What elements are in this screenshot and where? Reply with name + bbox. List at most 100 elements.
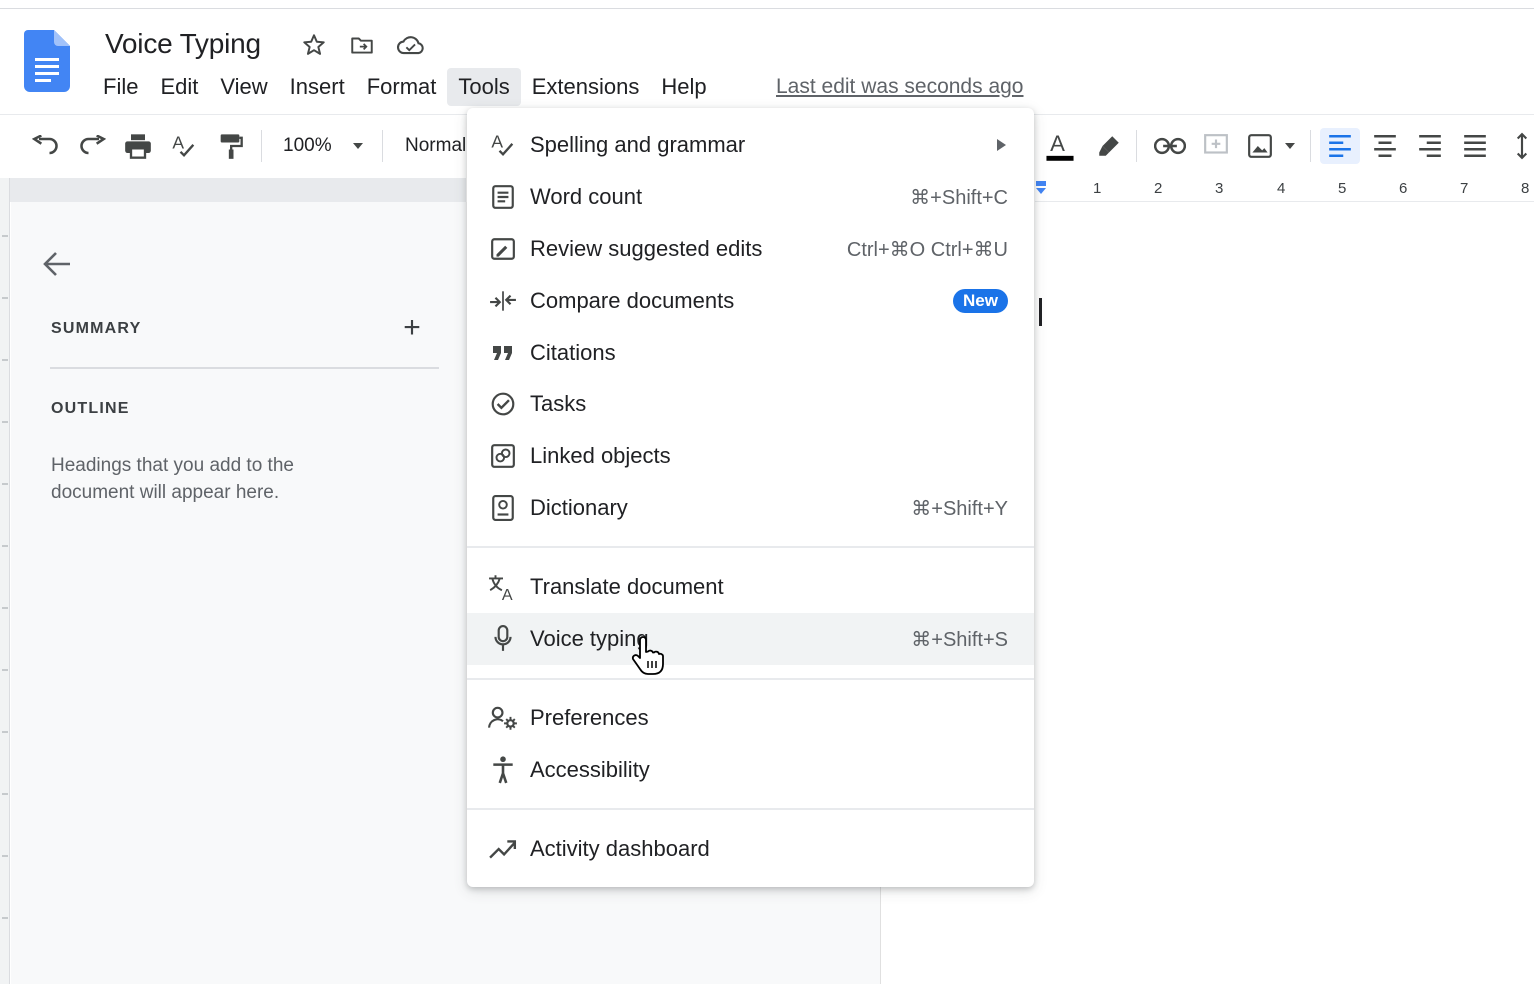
dictionary-icon (487, 492, 519, 524)
add-summary-plus-icon[interactable]: + (398, 313, 426, 344)
cloud-saved-icon[interactable] (396, 30, 426, 60)
last-edit-link[interactable]: Last edit was seconds ago (776, 75, 1024, 99)
menu-item-activity-dashboard[interactable]: Activity dashboard (467, 823, 1034, 875)
menu-item-label: Spelling and grammar (530, 132, 746, 157)
menu-item-shortcut: Ctrl+⌘O Ctrl+⌘U (846, 238, 1008, 261)
menu-item-shortcut: ⌘+Shift+Y (911, 497, 1008, 520)
ruler-number: 4 (1277, 180, 1286, 197)
toolbar-divider (382, 130, 383, 162)
highlight-color-icon[interactable] (1091, 128, 1127, 164)
menu-item-spelling-grammar[interactable]: A Spelling and grammar (467, 119, 1034, 171)
review-edits-icon (487, 233, 519, 265)
menu-view[interactable]: View (209, 68, 278, 106)
toolbar-divider (1310, 130, 1311, 162)
window-top-border (0, 8, 1534, 9)
paragraph-style-select[interactable]: Normal (405, 135, 466, 157)
close-outline-back-icon[interactable] (40, 248, 74, 280)
preferences-icon (487, 702, 519, 734)
align-right-icon[interactable] (1412, 128, 1448, 164)
menu-help[interactable]: Help (650, 68, 717, 106)
menu-item-label: Activity dashboard (530, 836, 710, 861)
menu-insert[interactable]: Insert (279, 68, 356, 106)
add-comment-icon[interactable] (1198, 128, 1234, 164)
ruler-number: 6 (1399, 180, 1408, 197)
align-left-icon[interactable] (1320, 128, 1360, 164)
redo-icon[interactable] (74, 128, 110, 164)
justify-icon[interactable] (1457, 128, 1493, 164)
svg-text:A: A (502, 586, 513, 601)
compare-icon (487, 285, 519, 317)
image-dropdown-icon[interactable] (1272, 128, 1308, 164)
menu-item-label: Translate document (530, 574, 724, 599)
menu-item-linked-objects[interactable]: Linked objects (467, 430, 1034, 482)
undo-icon[interactable] (28, 128, 64, 164)
menu-edit[interactable]: Edit (149, 68, 209, 106)
outline-heading: OUTLINE (51, 400, 130, 417)
menu-item-label: Compare documents (530, 288, 735, 313)
linked-objects-icon (487, 440, 519, 472)
menu-item-shortcut: ⌘+Shift+S (911, 628, 1008, 651)
summary-divider (50, 367, 439, 369)
menu-separator (467, 678, 1034, 680)
toolbar-divider (1136, 130, 1137, 162)
ruler-number: 1 (1093, 180, 1102, 197)
indent-marker-icon[interactable] (1035, 180, 1047, 198)
vertical-ruler-ticks (2, 235, 8, 919)
outline-empty-hint: Headings that you add to the document wi… (51, 455, 294, 503)
menu-separator (467, 546, 1034, 548)
menu-format[interactable]: Format (356, 68, 448, 106)
spellcheck-icon[interactable]: A (166, 128, 202, 164)
quote-icon (487, 337, 519, 369)
paint-format-icon[interactable] (212, 128, 248, 164)
menu-item-translate[interactable]: A Translate document (467, 561, 1034, 613)
menu-item-label: Preferences (530, 705, 649, 730)
menu-item-label: Word count (530, 184, 643, 209)
svg-text:A: A (172, 132, 184, 152)
hand-pointer-cursor-icon (631, 636, 664, 675)
document-title[interactable]: Voice Typing (105, 28, 261, 60)
menu-item-review-edits[interactable]: Review suggested edits Ctrl+⌘O Ctrl+⌘U (467, 223, 1034, 275)
menu-item-dictionary[interactable]: Dictionary ⌘+Shift+Y (467, 482, 1034, 534)
submenu-arrow-icon (997, 139, 1006, 151)
move-folder-icon[interactable] (347, 30, 377, 60)
menu-item-word-count[interactable]: Word count ⌘+Shift+C (467, 171, 1034, 223)
ruler-number: 8 (1521, 180, 1530, 197)
new-badge: New (953, 289, 1008, 313)
text-color-icon[interactable]: A (1042, 128, 1078, 164)
spellcheck-icon: A (487, 129, 519, 161)
menu-item-label: Review suggested edits (530, 236, 763, 261)
menu-item-voice-typing[interactable]: Voice typing ⌘+Shift+S (467, 613, 1034, 665)
menu-item-label: Accessibility (530, 757, 650, 782)
insert-link-icon[interactable] (1152, 128, 1188, 164)
tools-dropdown-menu: A Spelling and grammar Word count ⌘+Shif… (467, 108, 1034, 887)
menu-item-label: Tasks (530, 391, 587, 416)
menu-tools[interactable]: Tools (447, 68, 521, 106)
align-center-icon[interactable] (1367, 128, 1403, 164)
docs-logo-icon[interactable] (24, 30, 70, 92)
line-spacing-icon[interactable] (1510, 128, 1534, 164)
activity-icon (487, 833, 519, 865)
ruler-number: 5 (1338, 180, 1347, 197)
menu-item-label: Citations (530, 340, 616, 365)
accessibility-icon (487, 754, 519, 786)
canvas-gutter (10, 178, 466, 202)
menu-extensions[interactable]: Extensions (521, 68, 651, 106)
ruler-number: 3 (1215, 180, 1224, 197)
text-cursor (1039, 298, 1042, 326)
menu-separator (467, 808, 1034, 810)
menu-item-compare-documents[interactable]: Compare documents New (467, 275, 1034, 327)
star-icon[interactable] (299, 30, 329, 60)
zoom-dropdown-icon[interactable] (340, 128, 376, 164)
print-icon[interactable] (120, 128, 156, 164)
menu-file[interactable]: File (92, 68, 149, 106)
menu-bar: File Edit View Insert Format Tools Exten… (92, 67, 718, 107)
menu-item-accessibility[interactable]: Accessibility (467, 744, 1034, 796)
summary-heading: SUMMARY (51, 320, 142, 337)
menu-item-citations[interactable]: Citations (467, 327, 1034, 379)
tasks-icon (487, 388, 519, 420)
zoom-select[interactable]: 100% (283, 135, 332, 157)
menu-item-tasks[interactable]: Tasks (467, 378, 1034, 430)
ruler-number: 2 (1154, 180, 1163, 197)
menu-item-preferences[interactable]: Preferences (467, 692, 1034, 744)
microphone-icon (487, 623, 519, 655)
